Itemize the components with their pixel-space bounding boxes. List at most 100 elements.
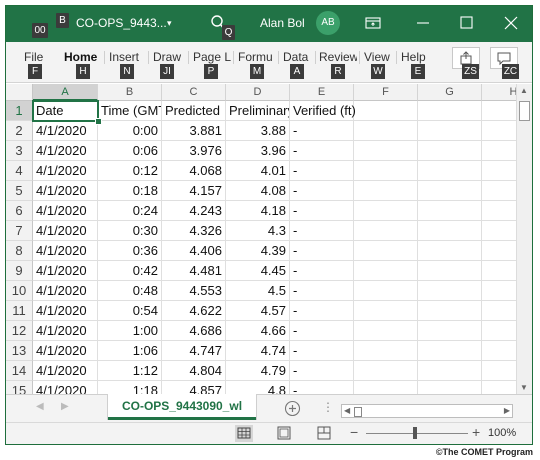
grid-cell[interactable]: 4/1/2020 (33, 141, 98, 161)
close-icon[interactable] (499, 12, 523, 34)
grid-cell[interactable]: 0:06 (98, 141, 162, 161)
grid-cell[interactable] (482, 341, 516, 361)
select-all-corner[interactable] (6, 84, 33, 101)
grid-cell[interactable]: - (290, 241, 354, 261)
grid-cell[interactable]: 1:06 (98, 341, 162, 361)
grid-cell[interactable]: 4/1/2020 (33, 241, 98, 261)
zoom-in-icon[interactable]: + (472, 424, 480, 440)
grid-cell[interactable] (354, 121, 418, 141)
zoom-out-icon[interactable]: − (350, 424, 358, 440)
grid-cell[interactable]: 4/1/2020 (33, 261, 98, 281)
fill-handle[interactable] (95, 118, 102, 125)
grid-cell[interactable]: 4.068 (162, 161, 226, 181)
grid-cell[interactable]: 3.976 (162, 141, 226, 161)
maximize-icon[interactable] (454, 12, 478, 34)
grid-cell[interactable]: - (290, 361, 354, 381)
grid-cell[interactable]: 4.74 (226, 341, 290, 361)
row-header[interactable]: 14 (6, 361, 33, 381)
grid-cell[interactable] (418, 381, 482, 394)
grid-cell[interactable]: 1:00 (98, 321, 162, 341)
grid-cell[interactable]: - (290, 341, 354, 361)
grid-cell[interactable]: 4/1/2020 (33, 201, 98, 221)
tab-review[interactable]: Review (319, 49, 357, 65)
user-name[interactable]: Alan Bol (260, 15, 305, 31)
grid-cell[interactable]: 4.553 (162, 281, 226, 301)
row-header[interactable]: 9 (6, 261, 33, 281)
grid-cell[interactable]: - (290, 381, 354, 394)
grid-cell[interactable]: 4/1/2020 (33, 181, 98, 201)
tab-page-layout[interactable]: Page L (193, 49, 231, 65)
grid-cell[interactable] (482, 221, 516, 241)
grid-cell[interactable]: Time (GMT) (98, 101, 162, 121)
grid-cell[interactable]: - (290, 321, 354, 341)
grid-cell[interactable]: 0:18 (98, 181, 162, 201)
grid-cell[interactable]: 4.157 (162, 181, 226, 201)
tab-formulas[interactable]: Formu (238, 49, 276, 65)
grid-cell[interactable]: 4.622 (162, 301, 226, 321)
grid-cell[interactable] (482, 161, 516, 181)
grid-cell[interactable]: Date (33, 101, 98, 121)
grid-cell[interactable]: - (290, 281, 354, 301)
grid-cell[interactable]: 4.39 (226, 241, 290, 261)
zoom-slider-thumb[interactable] (413, 427, 417, 439)
grid-cell[interactable] (418, 361, 482, 381)
grid-cell[interactable] (418, 281, 482, 301)
grid-cell[interactable] (482, 121, 516, 141)
hscroll-right-icon[interactable]: ▶ (504, 405, 510, 417)
grid-cell[interactable] (418, 121, 482, 141)
tab-home[interactable]: Home (64, 49, 102, 65)
grid-cell[interactable]: 4.8 (226, 381, 290, 394)
grid-cell[interactable]: 4/1/2020 (33, 121, 98, 141)
normal-view-icon[interactable] (235, 425, 253, 442)
grid-cell[interactable] (482, 181, 516, 201)
grid-cell[interactable]: 4.45 (226, 261, 290, 281)
column-header-c[interactable]: C (162, 84, 226, 101)
grid-cell[interactable] (354, 221, 418, 241)
scroll-thumb[interactable] (519, 101, 530, 121)
grid-cell[interactable]: 4.57 (226, 301, 290, 321)
sheet-scroll-right-icon[interactable]: ▶ (61, 401, 69, 412)
grid-cell[interactable]: 4.481 (162, 261, 226, 281)
hscroll-thumb[interactable] (354, 407, 362, 417)
grid-cell[interactable] (354, 281, 418, 301)
row-header[interactable]: 7 (6, 221, 33, 241)
grid-cell[interactable]: 0:24 (98, 201, 162, 221)
tab-file[interactable]: File (24, 49, 43, 65)
grid-cell[interactable]: 0:54 (98, 301, 162, 321)
more-options-icon[interactable]: ⋮ (322, 400, 334, 414)
grid-cell[interactable]: 4.804 (162, 361, 226, 381)
grid-cell[interactable]: 0:30 (98, 221, 162, 241)
sheet-scroll-left-icon[interactable]: ◀ (36, 401, 44, 412)
grid-cell[interactable] (354, 321, 418, 341)
page-break-view-icon[interactable] (316, 426, 332, 440)
grid-cell[interactable]: 4.243 (162, 201, 226, 221)
grid-cell[interactable] (418, 321, 482, 341)
grid-cell[interactable]: 0:48 (98, 281, 162, 301)
tab-insert[interactable]: Insert (109, 49, 146, 65)
grid-cell[interactable] (482, 381, 516, 394)
row-header[interactable]: 4 (6, 161, 33, 181)
row-header[interactable]: 12 (6, 321, 33, 341)
scroll-up-icon[interactable]: ▲ (520, 86, 528, 95)
column-header-e[interactable]: E (290, 84, 354, 101)
grid-cell[interactable] (354, 241, 418, 261)
grid-cell[interactable] (354, 341, 418, 361)
horizontal-scrollbar[interactable]: ◀ ▶ (341, 404, 513, 418)
grid-cell[interactable]: 4/1/2020 (33, 301, 98, 321)
vertical-scrollbar[interactable]: ▲ ▼ (516, 84, 532, 394)
grid-cell[interactable]: 1:18 (98, 381, 162, 394)
grid-cell[interactable]: 4.66 (226, 321, 290, 341)
grid-cell[interactable]: 4.686 (162, 321, 226, 341)
grid-cell[interactable]: - (290, 261, 354, 281)
grid-cell[interactable] (354, 181, 418, 201)
column-header-d[interactable]: D (226, 84, 290, 101)
row-header[interactable]: 2 (6, 121, 33, 141)
row-header[interactable]: 11 (6, 301, 33, 321)
worksheet-grid[interactable]: A B C D E F G H 1DateTime (GMT)Predicted… (6, 84, 516, 394)
grid-cell[interactable]: 0:36 (98, 241, 162, 261)
grid-cell[interactable]: 4/1/2020 (33, 361, 98, 381)
grid-cell[interactable] (482, 321, 516, 341)
grid-cell[interactable]: Predicted (162, 101, 226, 121)
sheet-tab-active[interactable]: CO-OPS_9443090_wl (108, 394, 256, 420)
grid-cell[interactable] (354, 261, 418, 281)
